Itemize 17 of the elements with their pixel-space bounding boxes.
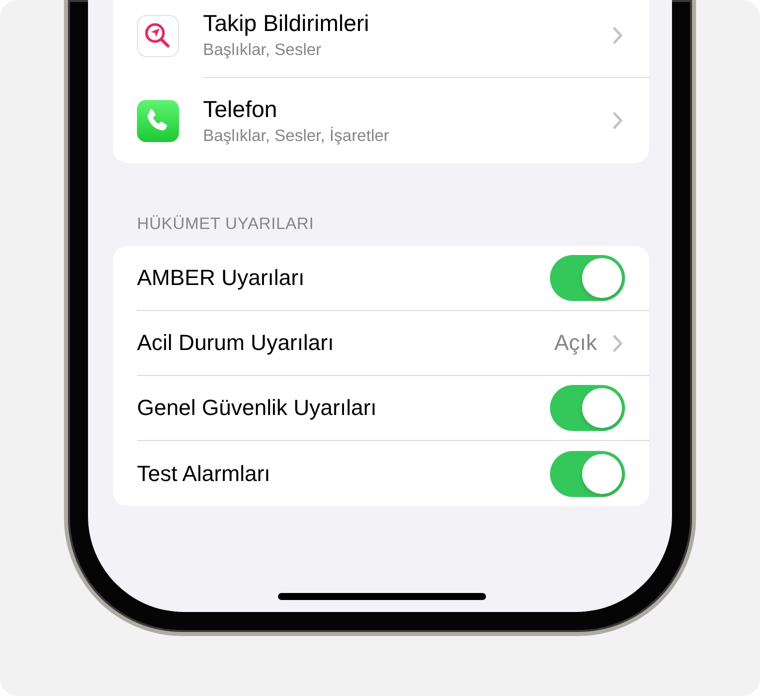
toggle-switch[interactable]	[550, 255, 625, 301]
phone-icon	[137, 100, 179, 142]
chevron-icon	[613, 26, 623, 44]
app-title[interactable]: Telefon	[203, 96, 613, 122]
chevron-icon	[613, 112, 623, 129]
setting-value: Açık	[554, 330, 597, 356]
setting-label: Test Alarmları	[137, 460, 272, 486]
setting-label: AMBER Uyarıları	[137, 265, 306, 291]
chevron-icon	[613, 334, 623, 352]
toggle-switch[interactable]	[550, 385, 625, 431]
setting-label[interactable]: Acil Durum Uyarıları	[137, 330, 554, 356]
app-title[interactable]: Takip Bildirimleri	[203, 10, 613, 37]
setting-label: Genel Güvenlik Uyarıları	[137, 395, 378, 421]
toggle-switch[interactable]	[550, 450, 625, 496]
app-subtitle: Başlıklar, Sesler	[203, 41, 322, 60]
section-header: HÜKÜMET UYARILARI	[137, 214, 314, 234]
app-subtitle: Başlıklar, Sesler, İşaretler	[203, 126, 390, 146]
